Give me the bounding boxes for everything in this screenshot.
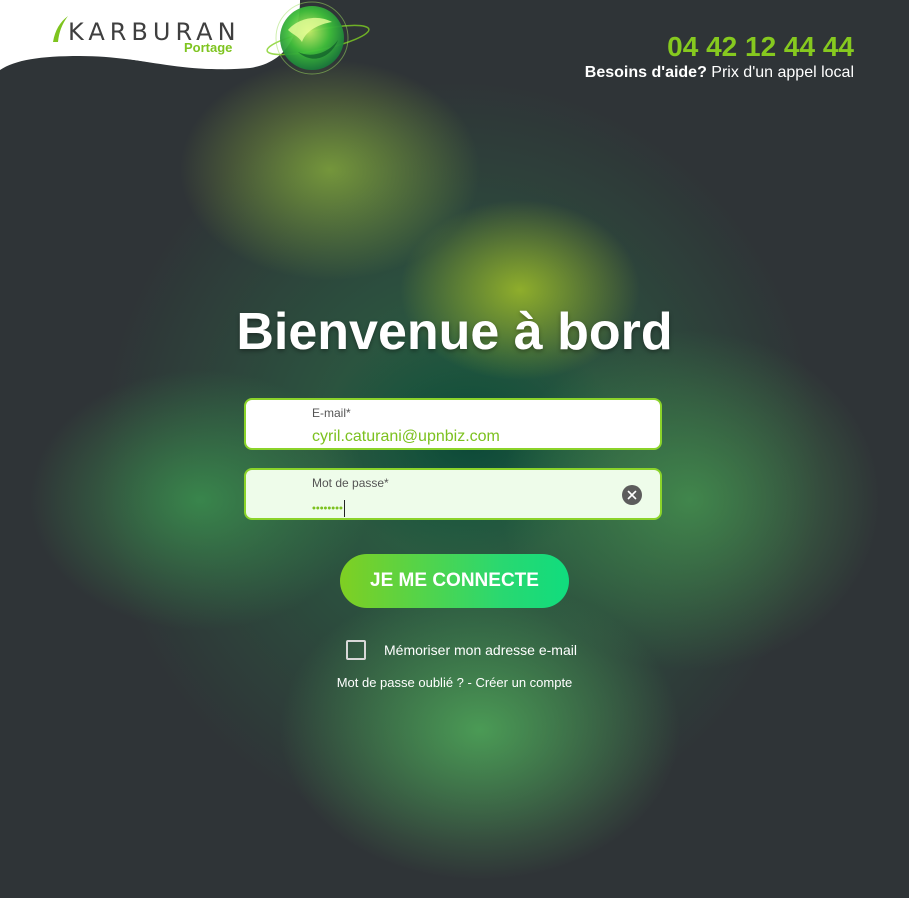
email-input[interactable]: cyril.caturani@upnbiz.com <box>312 428 500 446</box>
login-page: KARBURAN Portage 04 42 12 44 44 Besoins … <box>0 0 909 898</box>
forgot-password-link[interactable]: Mot de passe oublié ? <box>337 675 464 690</box>
login-button[interactable]: JE ME CONNECTE <box>340 554 569 608</box>
text-caret <box>343 500 345 517</box>
email-label: E-mail* <box>312 406 351 420</box>
link-separator: - <box>463 675 476 690</box>
brand-logo[interactable]: KARBURAN Portage <box>50 14 250 62</box>
close-icon <box>627 490 637 500</box>
password-value: •••••••• <box>312 502 343 515</box>
help-text: Besoins d'aide? Prix d'un appel local <box>585 63 854 83</box>
remember-email-checkbox[interactable] <box>346 640 366 660</box>
email-field[interactable]: E-mail* cyril.caturani@upnbiz.com <box>244 398 662 450</box>
account-links: Mot de passe oublié ? - Créer un compte <box>0 675 909 690</box>
password-input[interactable]: •••••••• <box>312 500 345 517</box>
create-account-link[interactable]: Créer un compte <box>475 675 572 690</box>
clear-password-button[interactable] <box>622 485 642 505</box>
phone-number[interactable]: 04 42 12 44 44 <box>585 31 854 63</box>
brand-subtitle: Portage <box>184 40 233 55</box>
password-field[interactable]: Mot de passe* •••••••• <box>244 468 662 520</box>
help-detail: Prix d'un appel local <box>706 64 854 81</box>
password-label: Mot de passe* <box>312 476 389 490</box>
remember-email-row[interactable]: Mémoriser mon adresse e-mail <box>346 640 577 660</box>
help-bold: Besoins d'aide? <box>584 64 707 81</box>
contact-block: 04 42 12 44 44 Besoins d'aide? Prix d'un… <box>585 31 854 83</box>
k-swoosh-icon <box>53 16 68 42</box>
globe-icon <box>266 1 370 75</box>
page-title: Bienvenue à bord <box>236 303 673 361</box>
remember-email-label[interactable]: Mémoriser mon adresse e-mail <box>384 642 577 658</box>
